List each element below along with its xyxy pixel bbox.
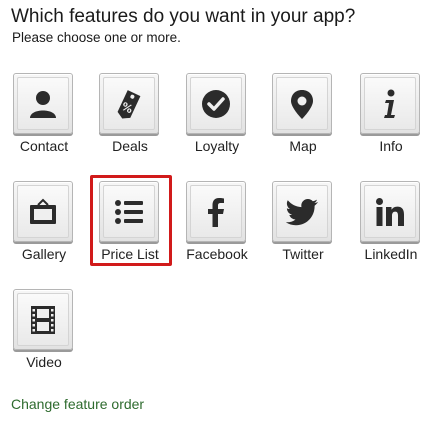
feature-linkedin[interactable]: LinkedIn xyxy=(352,181,430,281)
twitter-bird-icon xyxy=(285,198,318,225)
feature-tile[interactable] xyxy=(360,181,420,242)
feature-label: Contact xyxy=(19,138,69,154)
linkedin-icon xyxy=(376,197,404,226)
feature-tile[interactable]: % xyxy=(99,73,159,134)
feature-facebook[interactable]: Facebook xyxy=(178,181,256,281)
feature-label: Price List xyxy=(101,246,159,262)
feature-label: Deals xyxy=(112,138,148,154)
feature-tile[interactable] xyxy=(272,181,332,242)
feature-tile[interactable] xyxy=(186,181,246,242)
checkmark-circle-icon xyxy=(202,89,230,118)
feature-deals[interactable]: % Deals xyxy=(91,73,169,173)
feature-map[interactable]: Map xyxy=(264,73,342,173)
film-strip-icon xyxy=(31,305,55,334)
picture-frame-icon xyxy=(30,198,56,224)
page-subtitle: Please choose one or more. xyxy=(12,30,181,45)
feature-tile[interactable] xyxy=(13,181,73,242)
feature-tile[interactable] xyxy=(13,73,73,134)
person-icon xyxy=(30,90,56,118)
feature-loyalty[interactable]: Loyalty xyxy=(178,73,256,173)
feature-label: Map xyxy=(289,138,317,154)
map-pin-icon xyxy=(291,89,313,119)
facebook-icon xyxy=(208,197,224,227)
feature-label: Info xyxy=(379,138,403,154)
feature-label: Twitter xyxy=(282,246,324,262)
feature-label: Loyalty xyxy=(194,138,240,154)
change-feature-order-link[interactable]: Change feature order xyxy=(11,396,144,412)
feature-gallery[interactable]: Gallery xyxy=(5,181,83,281)
list-icon xyxy=(115,199,143,224)
feature-tile[interactable] xyxy=(360,73,420,134)
feature-video[interactable]: Video xyxy=(5,289,83,389)
info-icon xyxy=(384,89,395,118)
feature-label: Video xyxy=(26,354,62,370)
feature-price-list[interactable]: Price List xyxy=(90,175,172,281)
feature-label: LinkedIn xyxy=(364,246,418,262)
price-tag-icon: % xyxy=(117,89,141,119)
feature-tile[interactable] xyxy=(99,181,159,242)
feature-tile[interactable] xyxy=(186,73,246,134)
page-title: Which features do you want in your app? xyxy=(11,6,356,27)
feature-info[interactable]: Info xyxy=(352,73,430,173)
feature-contact[interactable]: Contact xyxy=(5,73,83,173)
feature-tile[interactable] xyxy=(272,73,332,134)
feature-label: Gallery xyxy=(21,246,67,262)
feature-twitter[interactable]: Twitter xyxy=(264,181,342,281)
feature-label: Facebook xyxy=(186,246,248,262)
feature-tile[interactable] xyxy=(13,289,73,350)
